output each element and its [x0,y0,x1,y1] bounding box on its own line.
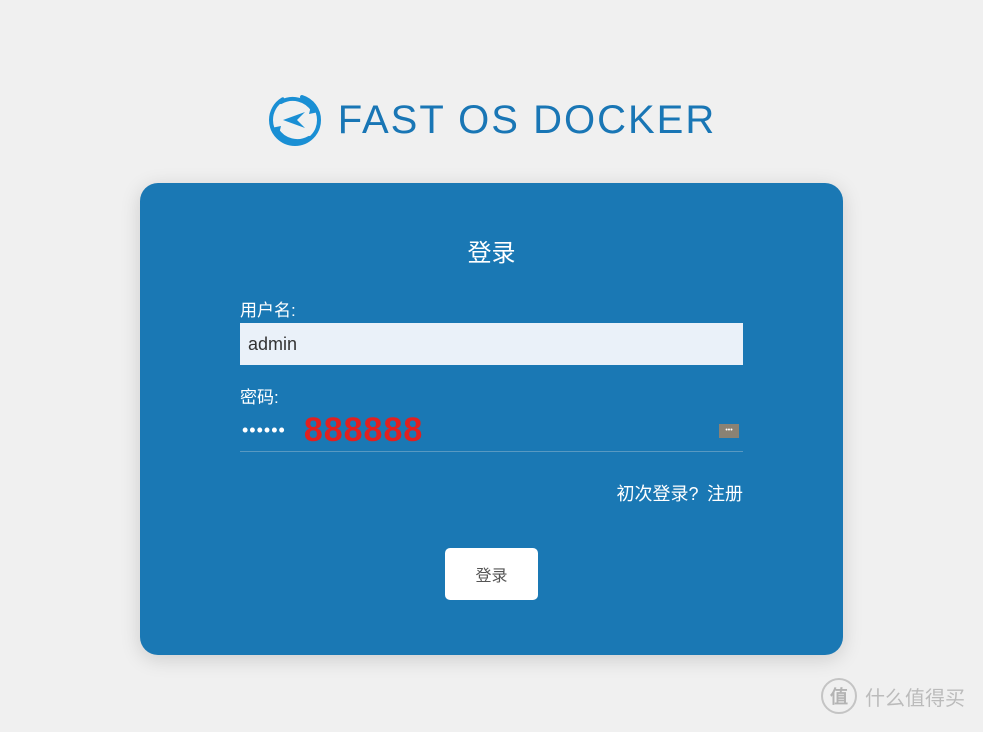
password-annotation: 888888 [304,411,423,450]
username-label: 用户名: [240,296,743,321]
watermark: 值 什么值得买 [821,678,965,714]
app-logo-icon [267,92,323,148]
login-heading: 登录 [240,233,743,268]
password-group: 密码: •••••• 888888 [240,383,743,452]
header: FAST OS DOCKER [0,0,983,148]
first-login-text: 初次登录? [617,484,699,504]
username-input[interactable] [240,323,743,365]
login-button[interactable]: 登录 [445,548,537,600]
watermark-text: 什么值得买 [865,682,965,711]
password-label: 密码: [240,383,743,408]
watermark-badge-icon: 值 [821,678,857,714]
register-row: 初次登录? 注册 [240,480,743,506]
register-link[interactable]: 注册 [707,484,743,504]
password-input[interactable]: •••••• 888888 [240,410,743,452]
login-button-row: 登录 [240,548,743,600]
login-card: 登录 用户名: 密码: •••••• 888888 初次登录? 注册 登录 [140,183,843,655]
username-group: 用户名: [240,296,743,365]
password-masked-value: •••••• [240,420,286,441]
reveal-password-icon[interactable] [719,424,739,438]
app-title: FAST OS DOCKER [338,98,716,143]
